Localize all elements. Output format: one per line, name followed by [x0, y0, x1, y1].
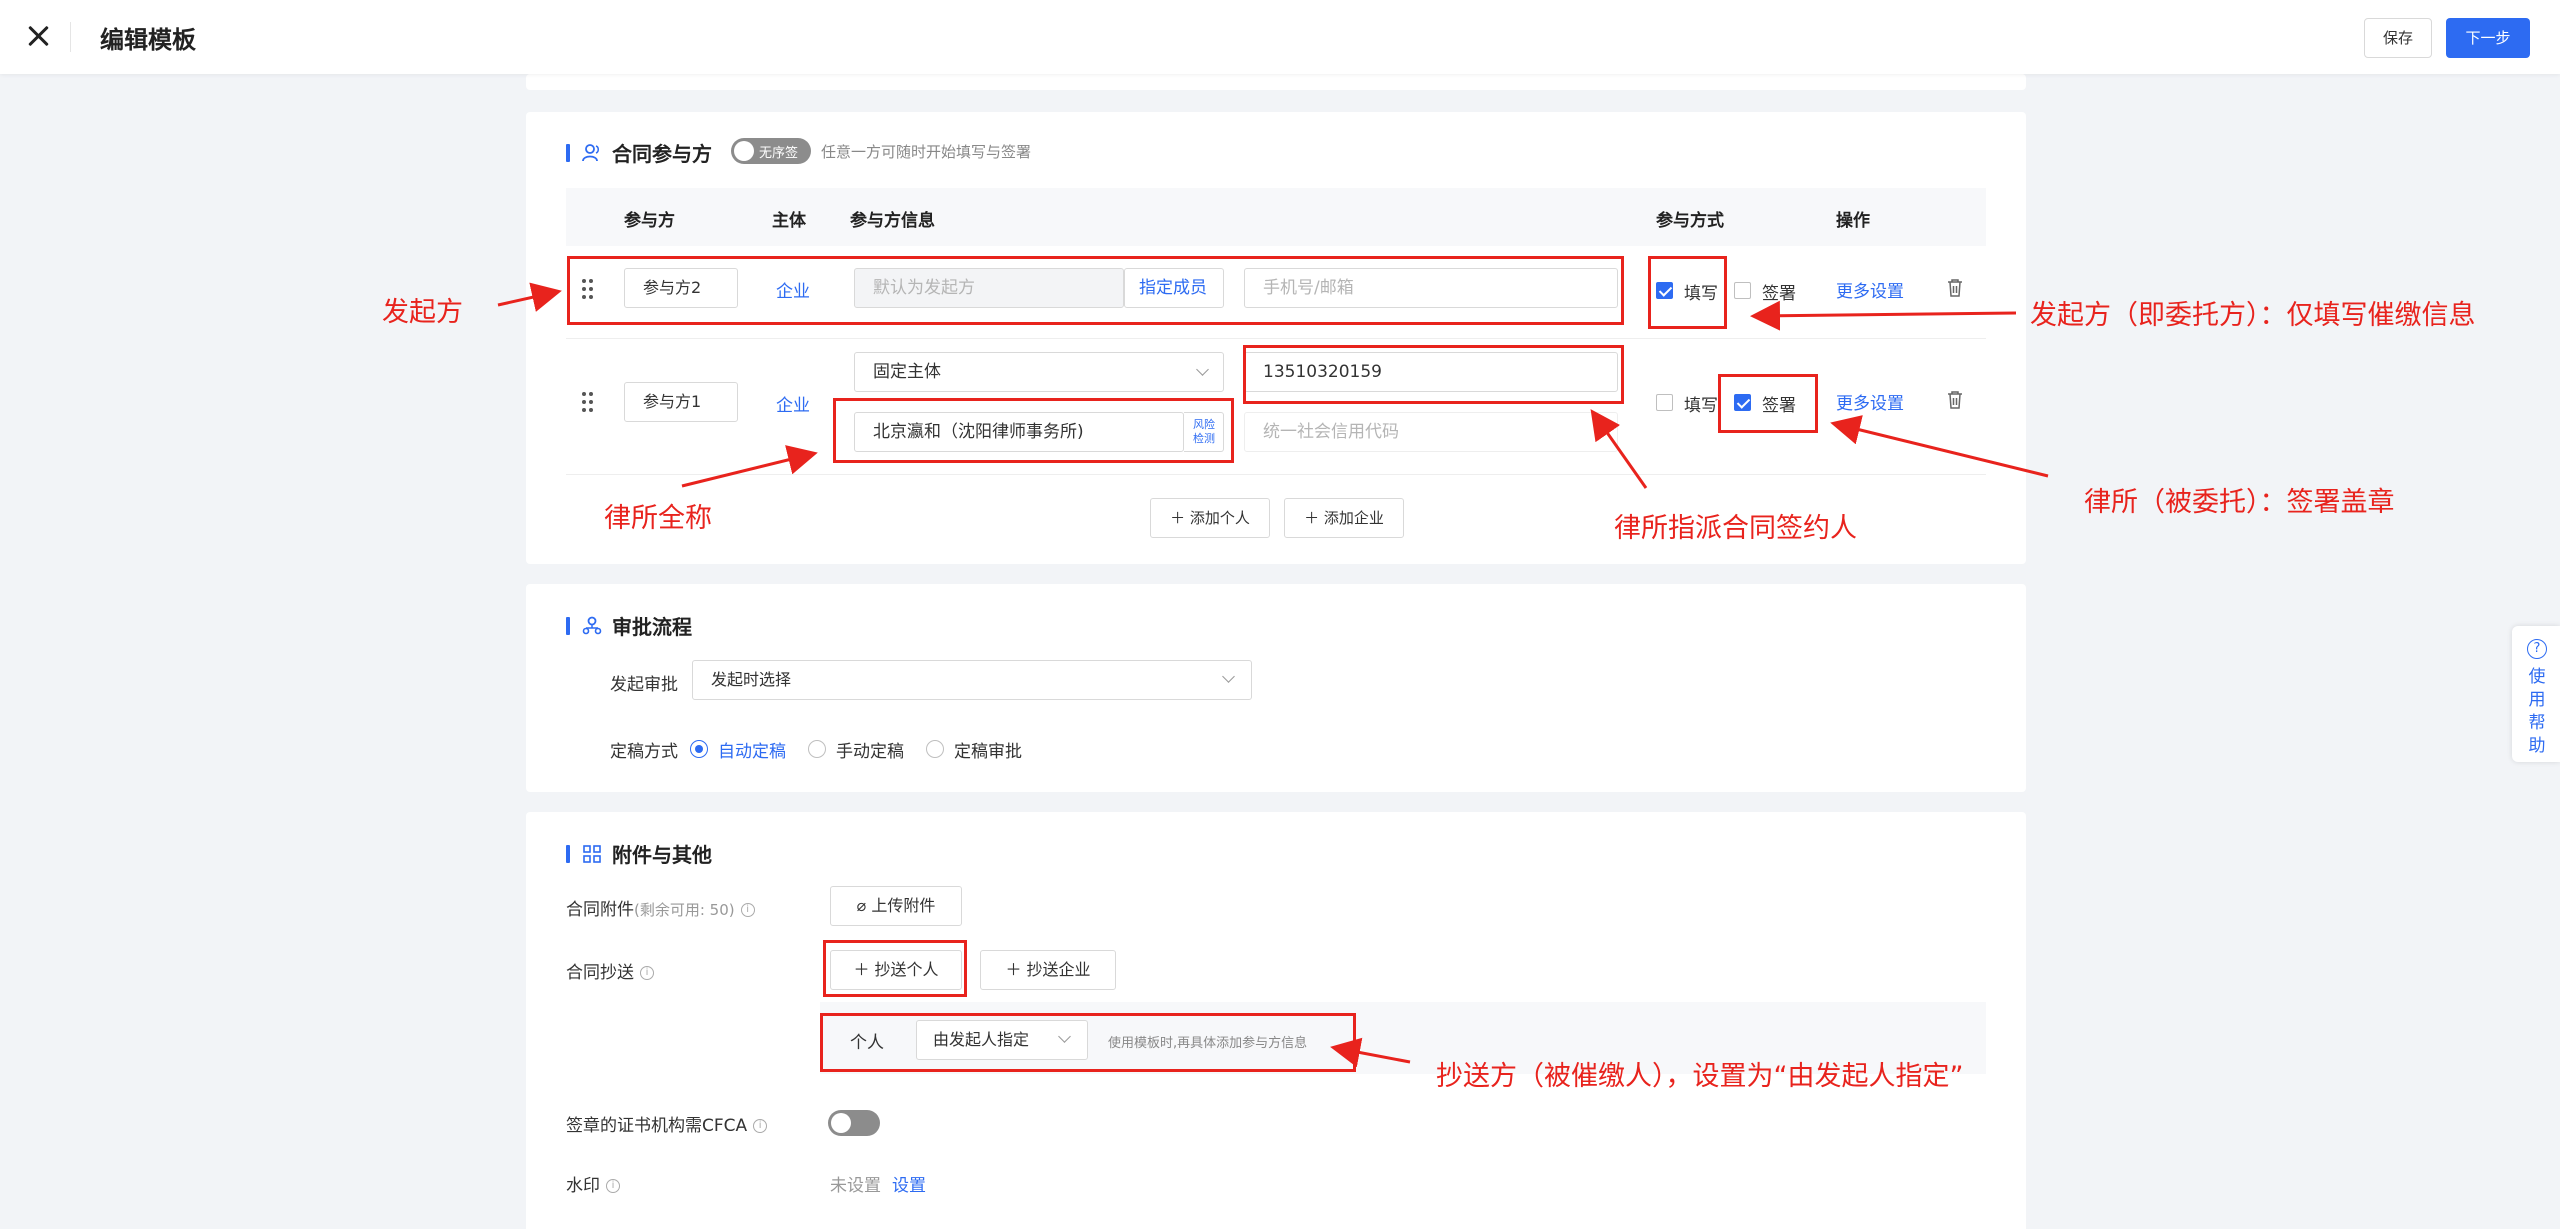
- finalize-approval-label: 定稿审批: [954, 742, 1022, 762]
- annotation-initiator: 发起方: [382, 297, 463, 328]
- add-company-button[interactable]: ＋ 添加企业: [1284, 498, 1404, 538]
- page-title: 编辑模板: [100, 26, 196, 54]
- approval-flow-icon: [582, 616, 602, 634]
- approval-header: 审批流程: [566, 611, 692, 640]
- toggle-label: 无序签: [759, 146, 799, 161]
- help-text: 使用帮助: [2528, 667, 2546, 756]
- upload-label: 上传附件: [871, 896, 936, 915]
- annotation-cc-note: 抄送方（被催缴人），设置为“由发起人指定”: [1436, 1061, 1964, 1092]
- info-icon: i: [606, 1179, 620, 1193]
- cc-person-highlight: [823, 940, 967, 997]
- section-accent-bar: [566, 844, 570, 863]
- cc-company-button[interactable]: ＋ 抄送企业: [980, 950, 1116, 990]
- participants-table-header: 参与方 主体 参与方信息 参与方式 操作: [566, 188, 1986, 246]
- attach-label-text: 合同附件: [566, 900, 634, 920]
- toggle-description: 任意一方可随时开始填写与签署: [821, 143, 1032, 161]
- watermark-status: 未设置: [830, 1176, 881, 1196]
- radio-auto-finalize[interactable]: [690, 740, 708, 758]
- initiate-approval-select[interactable]: 发起时选择: [692, 660, 1252, 700]
- toggle-knob: [734, 141, 754, 161]
- sign-label: 签署: [1762, 284, 1796, 304]
- attach-remaining: (剩余可用: 50): [634, 901, 735, 919]
- radio-manual-finalize[interactable]: [808, 740, 826, 758]
- save-button[interactable]: 保存: [2364, 18, 2432, 58]
- radio-finalize-approval[interactable]: [926, 740, 944, 758]
- contract-attachment-label: 合同附件(剩余可用: 50) i: [566, 895, 755, 920]
- fill-option-highlight: [1648, 256, 1727, 329]
- entity-type-select[interactable]: 固定主体: [854, 352, 1224, 392]
- header-divider: [70, 22, 71, 52]
- cc-label-text: 合同抄送: [566, 963, 634, 983]
- cc-row-highlight: [820, 1013, 1356, 1072]
- col-participant: 参与方: [624, 211, 675, 231]
- plus-icon: ＋: [1170, 509, 1190, 527]
- row-divider: [566, 474, 1986, 475]
- row-divider: [566, 338, 1986, 339]
- watermark-set-link[interactable]: 设置: [892, 1171, 926, 1196]
- annotation-law-firm-name: 律所全称: [604, 503, 712, 534]
- signer-phone-highlight: [1243, 345, 1624, 404]
- auto-finalize-label: 自动定稿: [718, 742, 786, 762]
- delete-icon[interactable]: [1946, 278, 1964, 298]
- toggle-knob: [831, 1113, 851, 1133]
- col-actions: 操作: [1836, 211, 1870, 231]
- plus-icon: ＋: [1005, 960, 1027, 979]
- paperclip-icon: ⌀: [856, 896, 872, 915]
- upload-attachment-button[interactable]: ⌀ 上传附件: [830, 886, 962, 926]
- watermark-label-text: 水印: [566, 1176, 600, 1196]
- next-step-button[interactable]: 下一步: [2446, 18, 2530, 58]
- more-settings-link[interactable]: 更多设置: [1836, 277, 1904, 302]
- help-tab[interactable]: ? 使用帮助: [2512, 626, 2560, 762]
- company-name-highlight: [833, 398, 1234, 463]
- participants-title: 合同参与方: [612, 142, 712, 166]
- add-company-label: 添加企业: [1323, 509, 1384, 527]
- plus-icon: ＋: [1304, 509, 1324, 527]
- info-icon: i: [740, 903, 755, 917]
- fill-label: 填写: [1684, 396, 1718, 416]
- annotation-initiator-note: 发起方（即委托方）：仅填写催缴信息: [2030, 300, 2476, 331]
- initiator-row-highlight: [567, 256, 1624, 325]
- more-settings-link[interactable]: 更多设置: [1836, 389, 1904, 414]
- add-person-button[interactable]: ＋ 添加个人: [1150, 498, 1270, 538]
- unordered-sign-toggle[interactable]: 无序签: [731, 138, 811, 164]
- col-method: 参与方式: [1656, 211, 1724, 231]
- annotation-law-firm-note: 律所（被委托）：签署盖章: [2084, 487, 2395, 518]
- top-header: 编辑模板 保存 下一步: [0, 0, 2560, 74]
- attachments-header: 附件与其他: [566, 839, 712, 868]
- col-info: 参与方信息: [850, 211, 935, 231]
- approval-title: 审批流程: [612, 615, 692, 639]
- credit-code-input[interactable]: 统一社会信用代码: [1244, 412, 1618, 452]
- section-accent-bar: [566, 616, 570, 635]
- subject-type-link[interactable]: 企业: [776, 391, 810, 416]
- fill-checkbox[interactable]: [1656, 394, 1673, 411]
- annotation-signer: 律所指派合同签约人: [1614, 513, 1857, 544]
- sign-checkbox[interactable]: [1734, 282, 1751, 299]
- drag-handle-icon[interactable]: [582, 392, 594, 412]
- participants-icon: [582, 143, 599, 161]
- info-icon: i: [640, 966, 654, 980]
- cfca-label: 签章的证书机构需CFCA i: [566, 1111, 768, 1136]
- finalize-method-label: 定稿方式: [610, 742, 678, 762]
- watermark-label: 水印 i: [566, 1171, 620, 1196]
- col-subject: 主体: [772, 211, 806, 231]
- question-icon: ?: [2527, 639, 2547, 659]
- initiate-approval-label: 发起审批: [610, 675, 678, 695]
- delete-icon[interactable]: [1946, 390, 1964, 410]
- info-icon: i: [753, 1119, 768, 1133]
- manual-finalize-label: 手动定稿: [836, 742, 904, 762]
- grid-icon: [583, 844, 601, 863]
- attachments-title: 附件与其他: [612, 843, 712, 867]
- participants-header: 合同参与方: [566, 138, 712, 167]
- close-icon[interactable]: [22, 20, 54, 52]
- cfca-toggle[interactable]: [828, 1110, 880, 1136]
- section-accent-bar: [566, 143, 570, 162]
- participant-name-input[interactable]: 参与方1: [624, 382, 738, 422]
- cfca-label-text: 签章的证书机构需CFCA: [566, 1116, 748, 1136]
- sign-option-highlight: [1718, 374, 1818, 433]
- cc-company-label: 抄送企业: [1026, 960, 1091, 979]
- add-person-label: 添加个人: [1189, 509, 1250, 527]
- previous-section-card: [526, 74, 2026, 90]
- contract-cc-label: 合同抄送 i: [566, 958, 654, 983]
